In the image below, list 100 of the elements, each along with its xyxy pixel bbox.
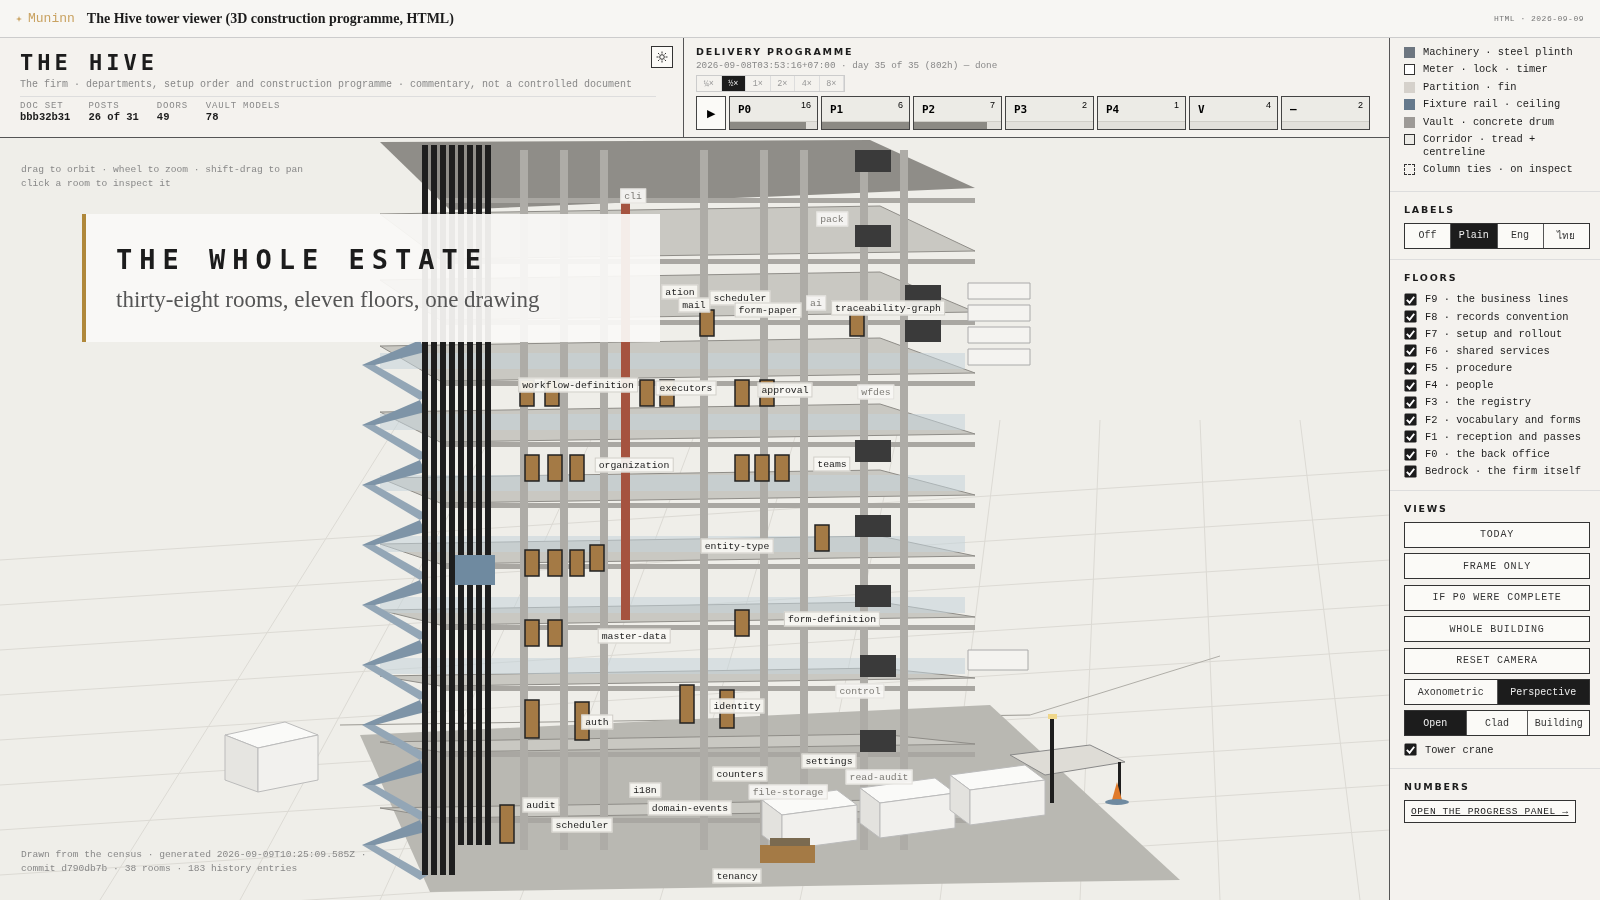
room-label[interactable]: settings (801, 753, 857, 769)
mode-option[interactable]: Building (1528, 711, 1589, 736)
checkbox[interactable] (1404, 292, 1417, 306)
room-label[interactable]: scheduler (551, 817, 613, 833)
checkbox[interactable] (1404, 310, 1417, 323)
room-label[interactable]: form-paper (734, 302, 802, 318)
room-label[interactable]: cli (620, 188, 646, 204)
room-label[interactable]: ai (806, 295, 826, 311)
floor-label: F4 · people (1425, 379, 1494, 392)
door (569, 549, 585, 577)
room-label[interactable]: tenancy (712, 868, 762, 884)
mode-option[interactable]: Clad (1466, 711, 1529, 736)
door (699, 309, 715, 337)
room-label[interactable]: wfdes (857, 384, 895, 400)
room-label[interactable]: i18n (629, 782, 661, 798)
door (734, 609, 750, 637)
room-label[interactable]: master-data (597, 628, 671, 644)
room-label[interactable]: executors (655, 380, 717, 396)
machinery-block (855, 440, 891, 462)
legend-swatch (1404, 164, 1415, 176)
room-label[interactable]: file-storage (748, 784, 828, 800)
label-option[interactable]: ไทย (1543, 223, 1589, 248)
room-label[interactable]: auth (581, 714, 613, 730)
checkbox[interactable] (1404, 395, 1417, 409)
room-label[interactable]: read-audit (845, 769, 913, 785)
legend-label: Column ties · on inspect (1423, 163, 1573, 177)
phase-button[interactable]: P4 1 (1097, 96, 1186, 130)
phase-count: 7 (990, 100, 995, 110)
phase-button[interactable]: P2 7 (913, 96, 1002, 130)
view-button[interactable]: IF P0 WERE COMPLETE (1404, 584, 1590, 611)
star-icon (16, 15, 22, 22)
phase-label: P2 (922, 103, 936, 116)
legend-label: Vault · concrete drum (1423, 115, 1554, 129)
view-button[interactable]: TODAY (1404, 521, 1590, 548)
label-option[interactable]: Plain (1451, 223, 1498, 248)
checkbox[interactable] (1404, 413, 1417, 427)
block-drawing (967, 348, 1031, 366)
phase-button[interactable]: P0 16 (729, 96, 818, 130)
view-button[interactable]: RESET CAMERA (1404, 647, 1590, 674)
checkbox[interactable] (1404, 430, 1417, 444)
room-label[interactable]: identity (709, 698, 765, 714)
door (524, 699, 540, 739)
door (639, 379, 655, 407)
checkbox[interactable] (1404, 378, 1417, 392)
checkbox[interactable] (1404, 361, 1417, 375)
checkbox[interactable] (1404, 743, 1417, 757)
mode-option[interactable]: Open (1405, 711, 1467, 736)
machinery-block (855, 225, 891, 247)
projection-option[interactable]: Perspective (1497, 680, 1589, 705)
phase-button[interactable]: P3 2 (1005, 96, 1094, 130)
theme-button[interactable] (651, 46, 673, 68)
progress-panel-link[interactable]: OPEN THE PROGRESS PANEL → (1404, 800, 1576, 824)
room-label[interactable]: approval (757, 382, 813, 398)
section-title: VIEWS (1404, 502, 1449, 514)
room-label[interactable]: scheduler (709, 290, 771, 306)
room-label[interactable]: form-definition (783, 611, 881, 627)
phase-count: 4 (1266, 100, 1271, 110)
speed-option[interactable]: ½× (721, 76, 746, 91)
room-label[interactable]: pack (816, 211, 848, 227)
room-label[interactable]: control (835, 683, 885, 699)
play-button[interactable]: ▶ (696, 96, 726, 130)
view-button[interactable]: WHOLE BUILDING (1404, 616, 1590, 643)
phase-button[interactable]: P1 6 (821, 96, 910, 130)
legend-label: Meter · lock · timer (1423, 63, 1548, 77)
room-label[interactable]: counters (712, 766, 768, 782)
phase-label: P1 (830, 103, 844, 116)
floor-label: F3 · the registry (1425, 396, 1531, 409)
label-option[interactable]: Off (1405, 223, 1452, 248)
door (679, 684, 695, 724)
projection-option[interactable]: Axonometric (1405, 680, 1498, 705)
section-title: LABELS (1404, 203, 1456, 215)
phase-button[interactable]: V 4 (1189, 96, 1278, 130)
checkbox[interactable] (1404, 344, 1417, 358)
hint-text: click a room to inspect it (21, 178, 172, 189)
checkbox[interactable] (1404, 447, 1417, 461)
floor-label: Bedrock · the firm itself (1425, 465, 1581, 478)
room-label[interactable]: audit (522, 797, 560, 813)
phase-count: 6 (898, 100, 903, 110)
legend-label: Partition · fin (1423, 80, 1517, 94)
room-label[interactable]: traceability-graph (831, 300, 945, 316)
checkbox[interactable] (1404, 327, 1417, 341)
stat-value: bbb32b31 (20, 111, 71, 123)
machinery-block (860, 655, 896, 677)
room-label[interactable]: teams (813, 456, 851, 472)
room-label[interactable]: entity-type (700, 538, 774, 554)
label-option[interactable]: Eng (1497, 223, 1544, 248)
checkbox[interactable] (1404, 464, 1417, 478)
door (524, 549, 540, 577)
phase-label: P3 (1014, 103, 1028, 116)
room-label[interactable]: organization (594, 457, 674, 473)
room-label[interactable]: domain-events (647, 800, 733, 816)
view-button[interactable]: FRAME ONLY (1404, 553, 1590, 580)
footer-note: Drawn from the census · generated 2026-09-09T10:25:09.585Z · commit d790db7b · 38 rooms · 183 history entries (21, 848, 368, 876)
legend-label: Corridor · tread + centreline (1423, 132, 1537, 159)
door (569, 454, 585, 482)
machinery-block (855, 515, 891, 537)
phase-button[interactable]: — 2 (1281, 96, 1370, 130)
room-label[interactable]: workflow-definition (518, 377, 638, 393)
room-label[interactable]: mail (678, 297, 710, 313)
room-label[interactable]: ation (661, 284, 699, 300)
